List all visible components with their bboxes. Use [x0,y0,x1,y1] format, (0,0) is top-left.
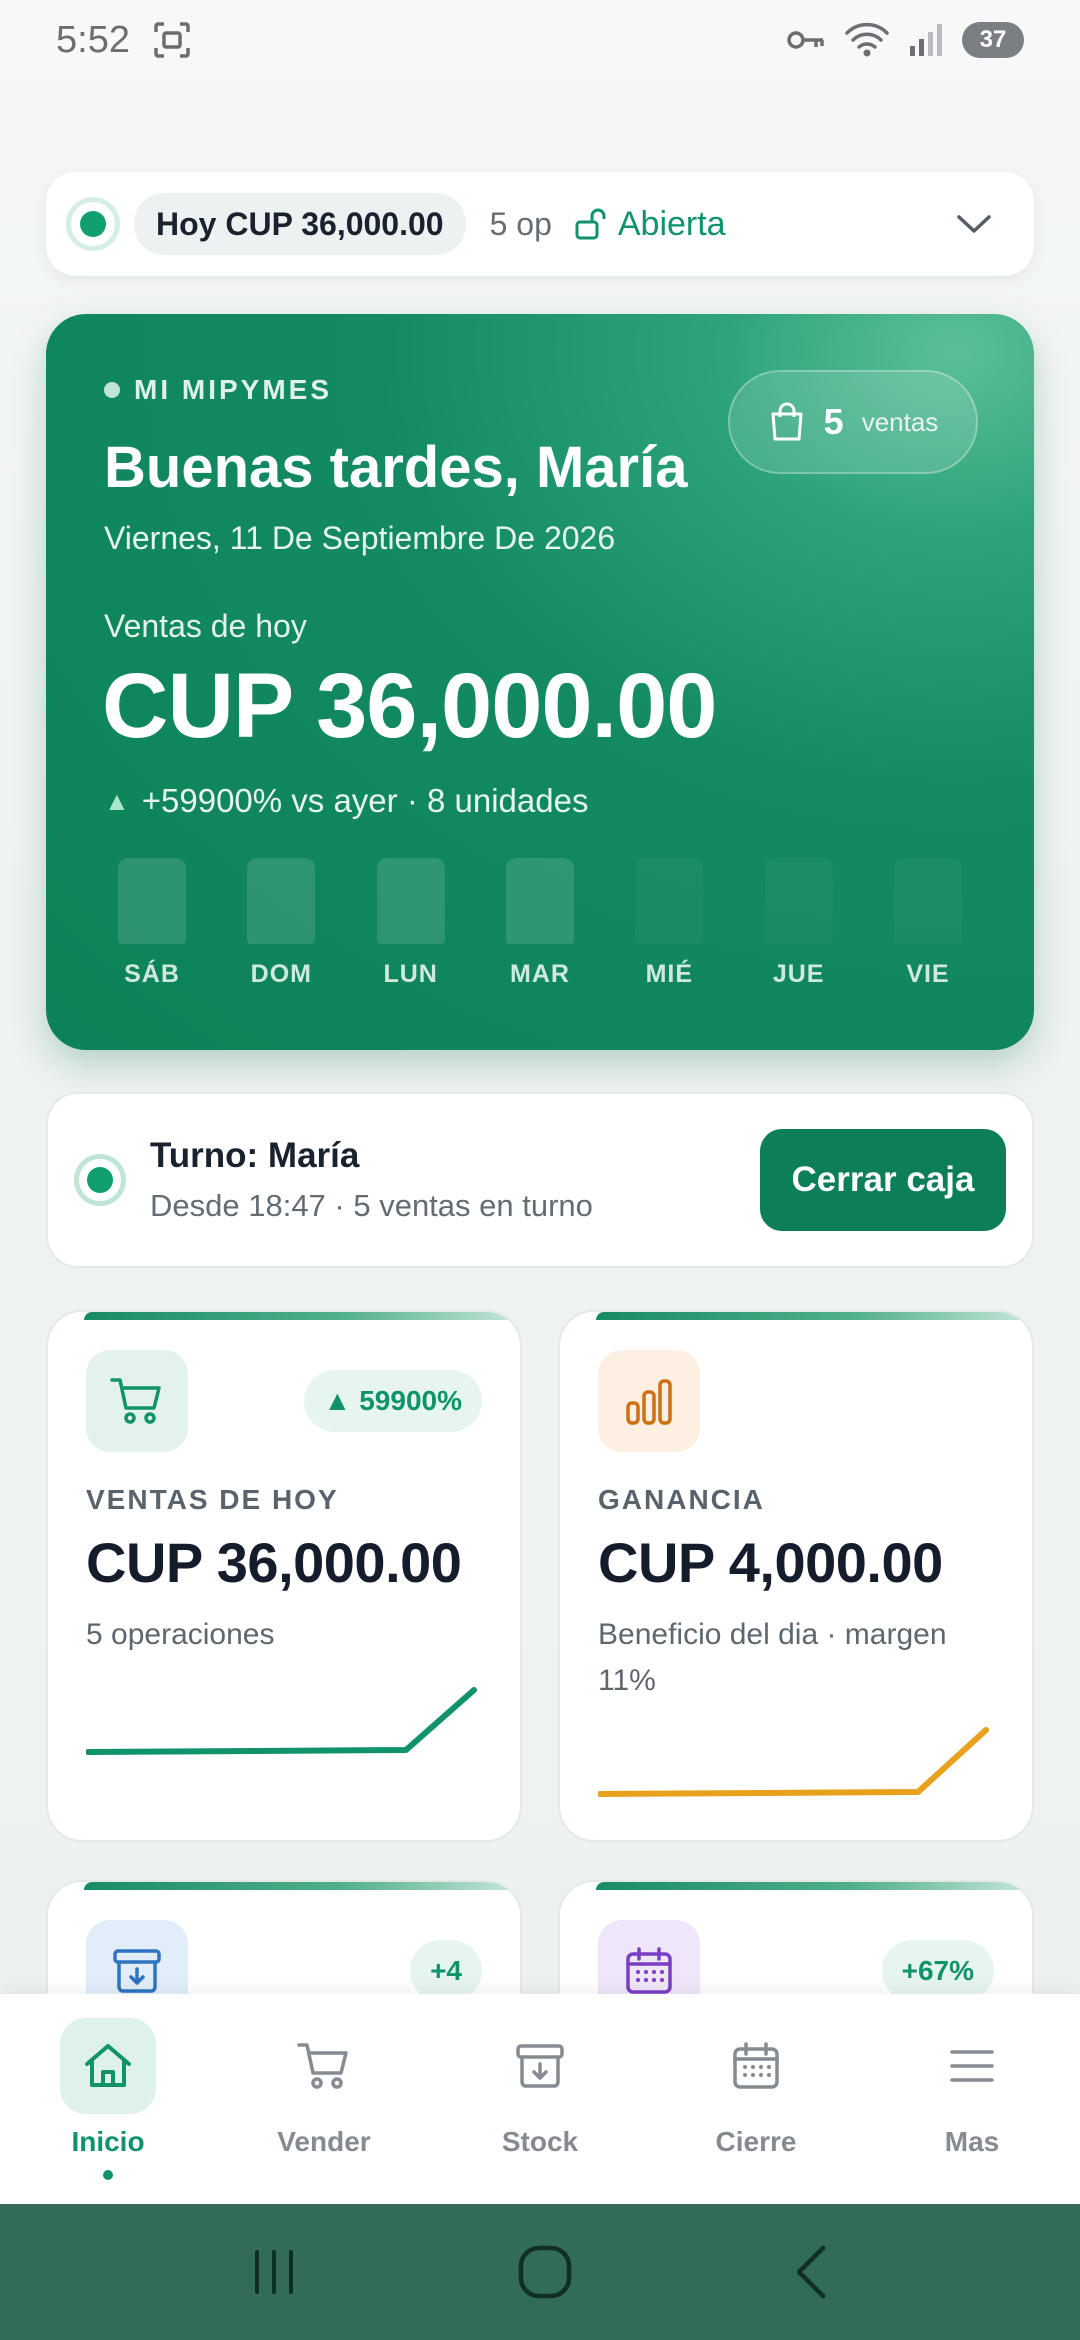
vpn-key-icon [787,31,824,49]
menu-icon [924,2018,1020,2114]
register-state: Abierta [574,205,726,244]
sales-card-sub: 5 operaciones [86,1618,275,1651]
sales-count-label: ventas [861,406,939,437]
shift-subtitle: Desde 18:47 · 5 ventas en turno [150,1188,593,1223]
battery-indicator: 37 [962,22,1024,58]
profit-sparkline [598,1727,989,1797]
home-button-icon[interactable] [517,2244,573,2300]
profit-card-title: GANANCIA [598,1484,765,1515]
closing-change-badge: +67% [881,1940,994,2002]
day-label: VIE [906,960,950,988]
app-root: 5:52 37 Hoy CUP 36,000.00 5 op Abierta M… [0,0,1080,2340]
profit-card-sub: Beneficio del dia · margen 11% [598,1618,947,1697]
day-column: VIE [880,858,976,998]
back-icon[interactable] [791,2244,831,2300]
active-indicator [103,2170,113,2180]
today-total-chip: Hoy CUP 36,000.00 [134,193,466,255]
nav-item-vender[interactable]: Vender [216,1994,432,2204]
today-sales-amount: CUP 36,000.00 [102,655,717,757]
sales-count: 5 [823,401,844,442]
day-column: SÁB [104,858,200,998]
sales-card-value: CUP 36,000.00 [86,1531,462,1594]
ops-count: 5 op [489,205,552,242]
status-bar: 5:52 37 [0,0,1080,80]
sales-count-pill[interactable]: 5 ventas [728,370,978,474]
nav-label: Stock [501,2126,579,2157]
weekly-bars: SÁB DOM LUN MAR MIÉ JUE VIE [104,858,976,998]
day-bar [118,858,186,944]
day-label: DOM [250,960,312,988]
signal-icon [910,24,942,56]
day-column: JUE [751,858,847,998]
day-bar [247,858,316,944]
bottom-nav: Inicio Vender Stock Cierre Mas [0,1994,1080,2204]
register-state-label: Abierta [617,204,726,243]
sales-delta: ▲ +59900% vs ayer · 8 unidades [104,782,588,820]
day-column: MIÉ [621,858,717,998]
close-register-button[interactable]: Cerrar caja [760,1129,1006,1231]
wifi-icon [845,22,889,57]
calendar-icon [708,2018,804,2114]
home-icon [60,2018,156,2114]
day-label: MIÉ [645,960,694,988]
live-status-dot [66,197,120,251]
nav-label: Inicio [71,2126,145,2157]
system-nav-bar [0,2204,1080,2340]
nav-label: Mas [944,2126,1000,2157]
archive-icon [492,2018,588,2114]
nav-item-inicio[interactable]: Inicio [0,1994,216,2204]
day-bar [635,858,704,944]
recent-apps-icon[interactable] [249,2247,299,2297]
nav-label: Vender [277,2126,371,2157]
sales-delta-text: +59900% vs ayer · 8 unidades [141,782,589,819]
day-bar [893,858,962,944]
profit-card[interactable]: GANANCIA CUP 4,000.00 Beneficio del dia … [558,1310,1034,1842]
day-column: DOM [233,858,329,998]
sales-sparkline [86,1687,477,1755]
status-time: 5:52 [56,18,130,61]
shift-status-dot [74,1154,126,1206]
day-column: MAR [492,858,588,998]
nav-item-stock[interactable]: Stock [432,1994,648,2204]
screenshot-icon [154,22,190,58]
sales-change-badge: ▲ 59900% [303,1370,482,1432]
day-label: LUN [383,960,438,988]
cart-icon [86,1350,188,1452]
day-label: SÁB [124,960,180,988]
shift-title: Turno: María [150,1136,360,1175]
hero-card: MI MIPYMES Buenas tardes, María Viernes,… [46,314,1034,1050]
day-bar [376,858,445,944]
stock-change-badge: +4 [410,1940,482,2002]
profit-card-value: CUP 4,000.00 [598,1531,943,1594]
unlock-icon [575,208,606,240]
nav-label: Cierre [715,2126,797,2157]
sales-card[interactable]: ▲ 59900% VENTAS DE HOY CUP 36,000.00 5 o… [46,1310,522,1842]
day-column: LUN [363,858,459,998]
nav-item-mas[interactable]: Mas [864,1994,1080,2204]
greeting: Buenas tardes, María [104,435,688,500]
trend-up-icon: ▲ [104,785,130,816]
day-bar [764,858,833,944]
nav-item-cierre[interactable]: Cierre [648,1994,864,2204]
sales-card-title: VENTAS DE HOY [86,1484,339,1515]
bar-chart-icon [598,1350,700,1452]
day-bar [505,858,574,944]
summary-bar[interactable]: Hoy CUP 36,000.00 5 op Abierta [46,172,1034,276]
day-label: JUE [772,960,825,988]
day-label: MAR [510,960,570,988]
cart-icon [276,2018,372,2114]
today-sales-label: Ventas de hoy [104,608,307,644]
trend-up-icon: ▲ [323,1385,352,1416]
chevron-down-icon[interactable] [956,212,992,236]
shopping-bag-icon [771,402,803,441]
shift-card: Turno: María Desde 18:47 · 5 ventas en t… [46,1092,1034,1268]
business-name: MI MIPYMES [104,374,332,406]
current-date: Viernes, 11 De Septiembre De 2026 [104,520,616,556]
